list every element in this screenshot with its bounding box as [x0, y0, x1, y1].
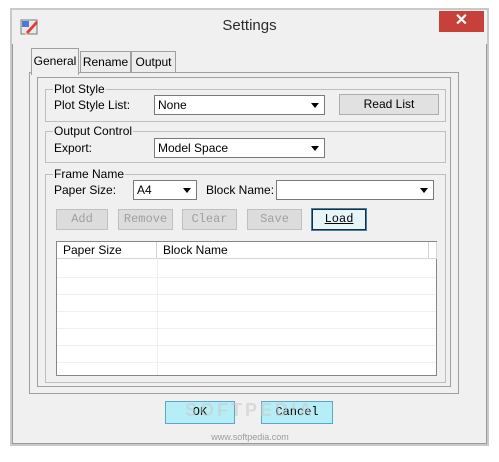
paper-size-label: Paper Size: [54, 183, 117, 197]
tab-output-label: Output [135, 55, 172, 69]
column-header-paper-size[interactable]: Paper Size [57, 242, 157, 259]
export-label: Export: [54, 141, 93, 155]
frame-list-table[interactable]: Paper Size Block Name [56, 241, 437, 376]
paper-size-value: A4 [137, 183, 152, 197]
chevron-down-icon [307, 97, 323, 113]
close-button[interactable]: ✕ [439, 11, 484, 32]
export-value: Model Space [158, 141, 229, 155]
plot-style-legend: Plot Style [53, 82, 106, 96]
export-dropdown[interactable]: Model Space [154, 138, 325, 158]
row-gridline [57, 362, 436, 363]
tab-output[interactable]: Output [131, 51, 176, 73]
frame-name-legend: Frame Name [53, 167, 126, 181]
output-control-legend: Output Control [53, 124, 134, 138]
close-icon: ✕ [454, 12, 469, 29]
chevron-down-icon [416, 182, 432, 198]
row-gridline [57, 311, 436, 312]
watermark: SOFTPEDIA [184, 400, 315, 420]
add-button[interactable]: Add [56, 209, 108, 230]
load-button-label: Load [324, 212, 354, 226]
clear-button[interactable]: Clear [182, 209, 237, 230]
row-gridline [57, 328, 436, 329]
save-button[interactable]: Save [247, 209, 302, 230]
row-gridline [57, 294, 436, 295]
read-list-button[interactable]: Read List [339, 94, 439, 115]
plot-style-list-label: Plot Style List: [54, 98, 131, 112]
plot-style-list-dropdown[interactable]: None [154, 95, 325, 115]
load-button[interactable]: Load [311, 208, 367, 231]
row-gridline [57, 277, 436, 278]
block-name-label: Block Name: [206, 183, 275, 197]
chevron-down-icon [179, 182, 195, 198]
chevron-down-icon [307, 140, 323, 156]
column-header-block-name[interactable]: Block Name [157, 242, 429, 259]
row-gridline [57, 345, 436, 346]
watermark-url: www.softpedia.com [211, 432, 289, 442]
window-title: Settings [222, 17, 277, 34]
tab-general[interactable]: General [31, 48, 79, 75]
column-header-filler [429, 242, 437, 259]
tab-general-label: General [33, 54, 77, 68]
paper-size-dropdown[interactable]: A4 [133, 180, 197, 200]
remove-button[interactable]: Remove [118, 209, 173, 230]
tab-rename-label: Rename [82, 55, 129, 69]
plot-style-list-value: None [158, 98, 187, 112]
block-name-dropdown[interactable] [276, 180, 434, 200]
tab-rename[interactable]: Rename [80, 51, 131, 73]
